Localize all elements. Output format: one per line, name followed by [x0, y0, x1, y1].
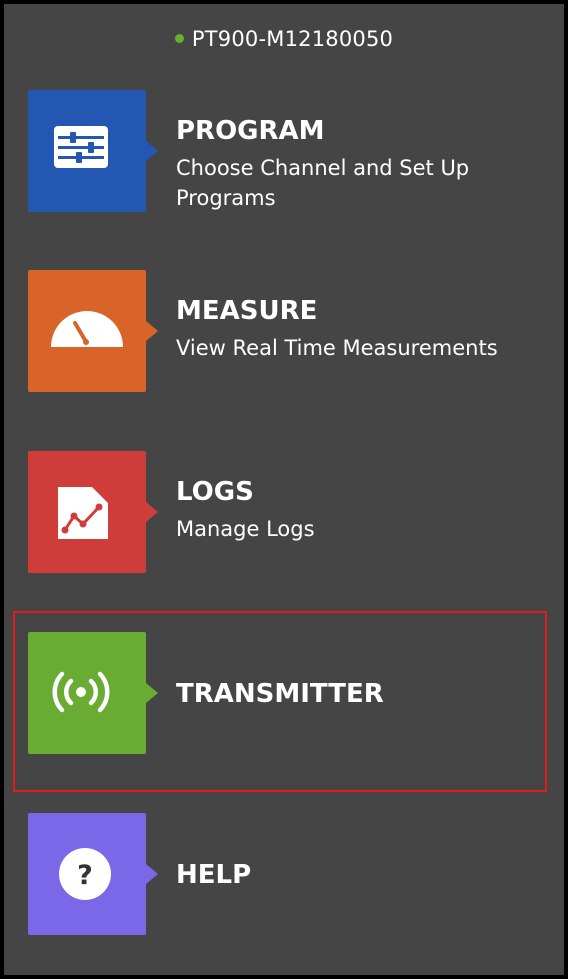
measure-tile-pointer [146, 321, 158, 341]
logs-tile-pointer [146, 502, 158, 522]
program-title: PROGRAM [176, 116, 325, 146]
help-tile: ? [28, 813, 146, 935]
device-id: PT900-M12180050 [191, 27, 394, 51]
connection-status-dot [174, 33, 184, 43]
help-icon: ? [59, 848, 111, 900]
svg-text:?: ? [77, 860, 93, 891]
screen-frame-bottom [0, 975, 568, 979]
program-tile [28, 90, 146, 212]
logs-description: Manage Logs [176, 517, 315, 541]
transmitter-tile [28, 632, 146, 754]
menu-item-help[interactable]: ? HELP [28, 813, 548, 937]
transmitter-title: TRANSMITTER [176, 679, 384, 709]
program-description: Choose Channel and Set Up Programs [176, 156, 470, 210]
logs-title: LOGS [176, 477, 254, 507]
gauge-icon [51, 311, 123, 347]
menu-item-program[interactable]: PROGRAM Choose Channel and Set Up Progra… [28, 90, 548, 214]
app-screen: PT900-M12180050 PROGRAM Choose Channel a… [4, 4, 564, 975]
measure-description: View Real Time Measurements [176, 336, 498, 360]
help-title: HELP [176, 860, 252, 890]
log-chart-icon [58, 487, 108, 539]
measure-title: MEASURE [176, 296, 318, 326]
menu-item-logs[interactable]: LOGS Manage Logs [28, 451, 548, 575]
transmitter-tile-pointer [146, 683, 158, 703]
sliders-icon [54, 126, 108, 168]
device-status: PT900-M12180050 [4, 24, 564, 54]
menu-item-measure[interactable]: MEASURE View Real Time Measurements [28, 270, 548, 394]
logs-tile [28, 451, 146, 573]
menu-item-transmitter[interactable]: TRANSMITTER [28, 632, 548, 756]
measure-tile [28, 270, 146, 392]
wireless-signal-icon [52, 671, 110, 713]
program-tile-pointer [146, 141, 158, 161]
screen-frame-right [564, 0, 568, 979]
help-tile-pointer [146, 864, 158, 884]
